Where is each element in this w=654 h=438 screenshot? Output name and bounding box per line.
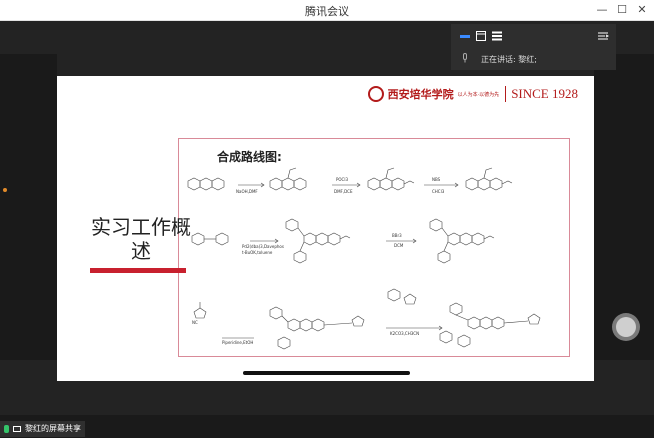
speaker-panel: 正在讲话: 黎红;	[451, 24, 616, 70]
reagent-9: DCM	[394, 243, 404, 248]
layout-speaker-icon[interactable]	[459, 30, 471, 42]
screen-share-icon	[13, 426, 21, 432]
title-bar: 腾讯会议 — ☐ ✕	[0, 0, 654, 21]
molecule-phenothiazine	[187, 177, 225, 191]
school-motto: 以人为本·以德为先	[457, 91, 500, 98]
reagent-11: Piperidine,EtOH	[222, 340, 253, 345]
reagent-10: NC	[192, 320, 198, 325]
left-margin	[0, 54, 57, 360]
molecule-dye	[269, 306, 365, 350]
reagent-2: POCl3	[336, 177, 348, 182]
collapse-panel-icon[interactable]	[597, 30, 609, 42]
minimize-button[interactable]: —	[593, 2, 611, 18]
layout-list-icon[interactable]	[491, 30, 503, 42]
school-seal-icon	[367, 86, 384, 102]
screen-share-label: 黎红的屏幕共享	[0, 421, 85, 437]
speaking-status: 正在讲话: 黎红;	[481, 55, 537, 64]
bottom-bar	[0, 415, 654, 438]
shared-slide: 西安培华学院 以人为本·以德为先 SINCE 1928 合成路线图: 实习工作概…	[57, 76, 594, 381]
molecule-n-ethyl	[269, 167, 307, 191]
molecule-amine	[191, 232, 229, 246]
reagent-5: CHCl3	[432, 189, 445, 194]
window-title: 腾讯会议	[305, 5, 349, 18]
floating-action-button[interactable]	[612, 313, 640, 341]
reagent-4: NBS	[432, 177, 441, 182]
layout-gallery-icon[interactable]	[475, 30, 487, 42]
indicator-dot	[3, 188, 7, 192]
reagent-7: t-BuOK,toluene	[242, 250, 273, 255]
molecule-phenol	[429, 218, 495, 264]
reagent-12: K2CO3,CH3CN	[390, 331, 419, 336]
molecule-bromo	[465, 167, 513, 191]
speaking-mic-icon	[463, 53, 467, 63]
reagent-3: DMF,DCE	[334, 189, 353, 194]
molecule-boronate	[387, 288, 417, 305]
molecule-final-product	[439, 302, 541, 348]
screen-share-owner: 黎红的屏幕共享	[25, 424, 81, 433]
reagent-8: BBr3	[392, 233, 402, 238]
heading-underline	[90, 268, 186, 273]
mic-active-icon	[4, 425, 9, 433]
maximize-button[interactable]: ☐	[613, 2, 631, 18]
molecule-thiophene-nitrile	[193, 302, 207, 319]
school-since: SINCE 1928	[505, 86, 578, 102]
molecule-aldehyde	[367, 167, 415, 191]
floating-action-icon	[616, 317, 636, 337]
reagent-6: Pd2(dba)3,Davephos	[242, 244, 284, 249]
slide-scrollbar[interactable]	[243, 371, 410, 375]
close-button[interactable]: ✕	[633, 2, 651, 18]
school-logo: 西安培华学院 以人为本·以德为先 SINCE 1928	[367, 86, 578, 102]
reagent-1: NaOH,DMF	[236, 189, 258, 194]
synthesis-scheme: NaOH,DMF POCl3 DMF,DCE NBS CHCl3 Pd2(dba…	[187, 167, 541, 350]
school-name: 西安培华学院	[387, 88, 454, 101]
molecule-triarylamine	[285, 218, 351, 264]
